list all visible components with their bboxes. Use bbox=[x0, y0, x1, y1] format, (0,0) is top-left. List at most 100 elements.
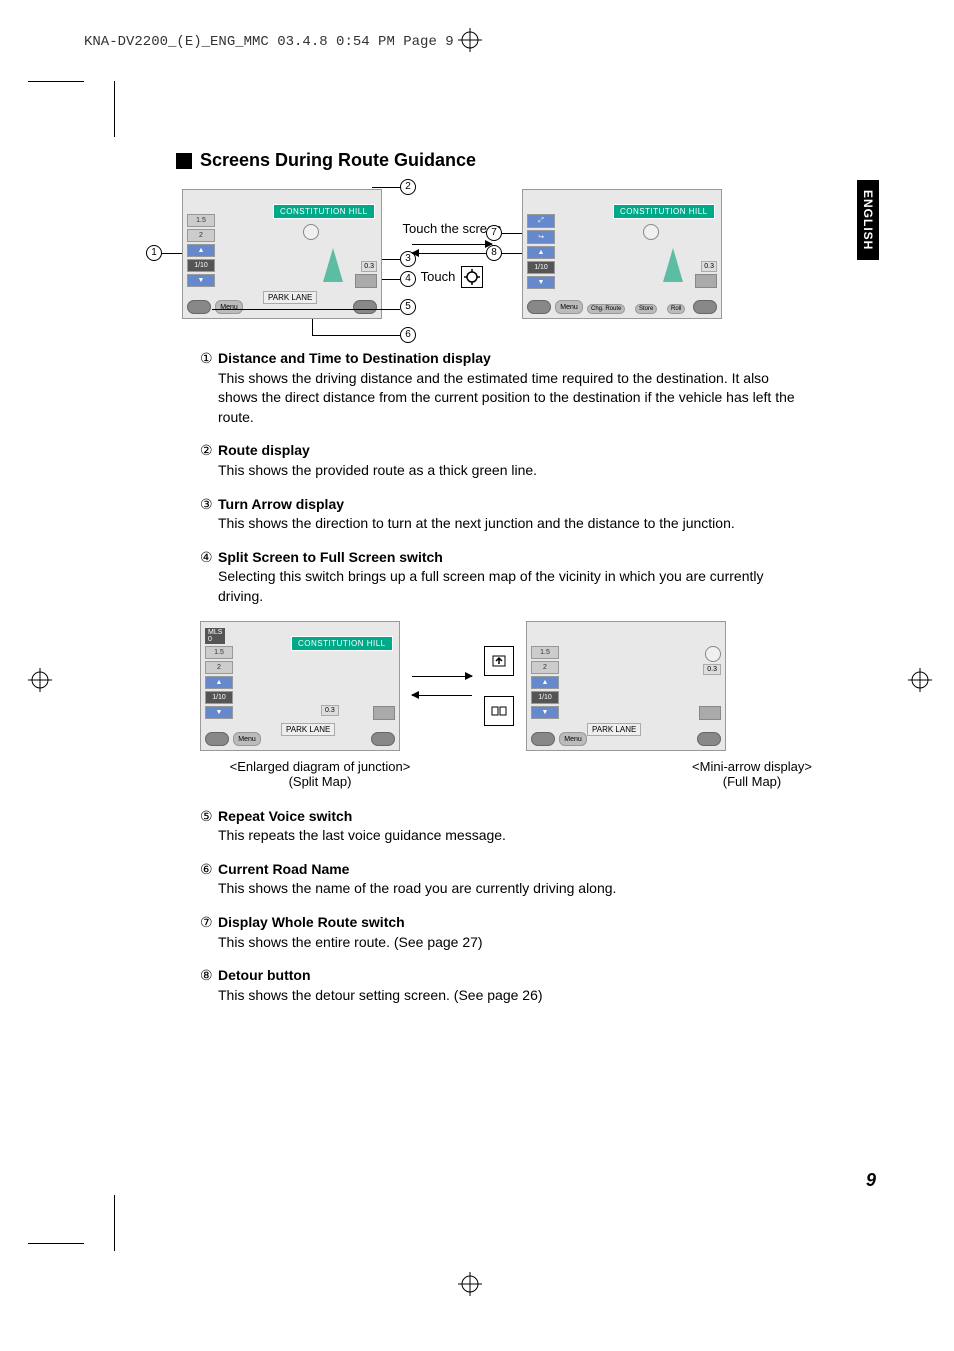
list-item: ④Split Screen to Full Screen switch Sele… bbox=[200, 548, 800, 607]
map-screenshot-split: CONSTITUTION HILL 1.5 2 ▲ 1/10 ▼ 0.3 PAR… bbox=[182, 189, 382, 319]
fullscreen-up-icon bbox=[484, 646, 514, 676]
info-side-panel: 1.5 2 ▲ 1/10 ▼ bbox=[205, 646, 233, 719]
item-number: ⑦ bbox=[200, 913, 218, 933]
whole-route-button-icon: ⤢ bbox=[527, 214, 555, 228]
item-desc: This shows the entire route. (See page 2… bbox=[218, 933, 800, 953]
road-label-top: CONSTITUTION HILL bbox=[613, 204, 715, 219]
switch-icons-column bbox=[484, 646, 514, 726]
repeat-voice-button-icon bbox=[187, 300, 211, 314]
registration-mark-icon bbox=[908, 668, 932, 692]
item-number: ② bbox=[200, 441, 218, 461]
arrow-left-icon bbox=[412, 253, 492, 254]
item-desc: This shows the driving distance and the … bbox=[218, 369, 800, 428]
zoom-up-icon: ▲ bbox=[531, 676, 559, 689]
callout-6: 6 bbox=[400, 327, 416, 343]
callout-4: 4 bbox=[400, 271, 416, 287]
menu-button: Menu bbox=[555, 300, 583, 314]
arrow-right-icon bbox=[412, 676, 472, 677]
callout-2: 2 bbox=[400, 179, 416, 195]
registration-mark-icon bbox=[458, 28, 482, 52]
menu-button: Menu bbox=[233, 732, 261, 746]
item-title: Split Screen to Full Screen switch bbox=[218, 549, 443, 565]
arrow-right-icon bbox=[412, 244, 492, 245]
zoom-down-icon: ▼ bbox=[205, 706, 233, 719]
split-full-switch-icon bbox=[373, 706, 395, 720]
zoom-up-icon: ▲ bbox=[527, 246, 555, 259]
scale-value: 2 bbox=[531, 661, 559, 674]
callout-1: 1 bbox=[146, 245, 162, 261]
crop-mark bbox=[114, 1195, 115, 1251]
voice-button-icon bbox=[371, 732, 395, 746]
info-side-panel: ⤢ ↪ ▲ 1/10 ▼ bbox=[527, 214, 555, 289]
roll-button: Roll bbox=[667, 304, 685, 314]
distance-value: 1/10 bbox=[531, 691, 559, 704]
item-desc: This shows the detour setting screen. (S… bbox=[218, 986, 800, 1006]
road-label-top: CONSTITUTION HILL bbox=[291, 636, 393, 651]
item-desc: Selecting this switch brings up a full s… bbox=[218, 567, 800, 606]
distance-value: 1/10 bbox=[187, 259, 215, 272]
figure-row-2: CONSTITUTION HILL MLS0 1.5 2 ▲ 1/10 ▼ 0.… bbox=[200, 621, 876, 751]
item-number: ⑧ bbox=[200, 966, 218, 986]
menu-button: Menu bbox=[559, 732, 587, 746]
info-side-panel: 1.5 2 ▲ 1/10 ▼ bbox=[187, 214, 215, 287]
print-header: KNA-DV2200_(E)_ENG_MMC 03.4.8 0:54 PM Pa… bbox=[84, 34, 454, 50]
zoom-down-icon: ▼ bbox=[531, 706, 559, 719]
item-desc: This shows the direction to turn at the … bbox=[218, 514, 800, 534]
repeat-voice-button-icon bbox=[527, 300, 551, 314]
caption-text: (Split Map) bbox=[220, 774, 420, 789]
item-desc: This shows the name of the road you are … bbox=[218, 879, 800, 899]
caption-right: <Mini-arrow display> (Full Map) bbox=[652, 759, 852, 789]
route-arrow-icon bbox=[323, 248, 343, 282]
registration-mark-icon bbox=[28, 668, 52, 692]
list-item: ②Route display This shows the provided r… bbox=[200, 441, 800, 480]
item-number: ⑥ bbox=[200, 860, 218, 880]
voice-button-icon bbox=[353, 300, 377, 314]
distance-value: 1/10 bbox=[527, 261, 555, 274]
distance-value: 1/10 bbox=[205, 691, 233, 704]
road-label-bottom: PARK LANE bbox=[587, 723, 641, 736]
junction-distance: 0.3 bbox=[701, 261, 717, 272]
menu-button: Menu bbox=[215, 300, 243, 314]
item-list-2: ⑤Repeat Voice switch This repeats the la… bbox=[200, 807, 800, 1006]
gps-icon bbox=[303, 224, 319, 240]
callout-8: 8 bbox=[486, 245, 502, 261]
detour-button-icon: ↪ bbox=[527, 230, 555, 244]
item-number: ③ bbox=[200, 495, 218, 515]
info-side-panel: 1.5 2 ▲ 1/10 ▼ bbox=[531, 646, 559, 719]
touch-label: Touch bbox=[421, 269, 456, 284]
section-marker-icon bbox=[176, 153, 192, 169]
repeat-voice-button-icon bbox=[205, 732, 229, 746]
gps-icon bbox=[705, 646, 721, 662]
scale-value: 1.5 bbox=[205, 646, 233, 659]
item-title: Detour button bbox=[218, 967, 311, 983]
arrow-left-icon bbox=[412, 695, 472, 696]
page-number: 9 bbox=[866, 1170, 876, 1191]
junction-distance: 0.3 bbox=[361, 261, 377, 272]
caption-row: <Enlarged diagram of junction> (Split Ma… bbox=[220, 759, 852, 789]
item-title: Route display bbox=[218, 442, 310, 458]
splitscreen-icon bbox=[484, 696, 514, 726]
split-full-switch-icon bbox=[695, 274, 717, 288]
item-title: Display Whole Route switch bbox=[218, 914, 405, 930]
list-item: ①Distance and Time to Destination displa… bbox=[200, 349, 800, 427]
zoom-down-icon: ▼ bbox=[527, 276, 555, 289]
figure-row-1: 1 CONSTITUTION HILL 1.5 2 ▲ 1/10 ▼ 0.3 P… bbox=[182, 189, 876, 319]
list-item: ⑧Detour button This shows the detour set… bbox=[200, 966, 800, 1005]
junction-distance: 0.3 bbox=[321, 705, 339, 716]
voice-button-icon bbox=[697, 732, 721, 746]
map-screenshot-touched: CONSTITUTION HILL ⤢ ↪ ▲ 1/10 ▼ 0.3 Menu … bbox=[522, 189, 722, 319]
registration-mark-icon bbox=[458, 1272, 482, 1296]
junction-distance: 0.3 bbox=[703, 664, 721, 675]
crop-mark bbox=[28, 81, 84, 82]
item-number: ④ bbox=[200, 548, 218, 568]
voice-button-icon bbox=[693, 300, 717, 314]
list-item: ③Turn Arrow display This shows the direc… bbox=[200, 495, 800, 534]
list-item: ⑤Repeat Voice switch This repeats the la… bbox=[200, 807, 800, 846]
item-title: Distance and Time to Destination display bbox=[218, 350, 491, 366]
scale-value: 1.5 bbox=[531, 646, 559, 659]
scale-value: 2 bbox=[187, 229, 215, 242]
crop-mark bbox=[114, 81, 115, 137]
item-number: ⑤ bbox=[200, 807, 218, 827]
section-title-text: Screens During Route Guidance bbox=[200, 150, 476, 171]
caption-text: (Full Map) bbox=[652, 774, 852, 789]
